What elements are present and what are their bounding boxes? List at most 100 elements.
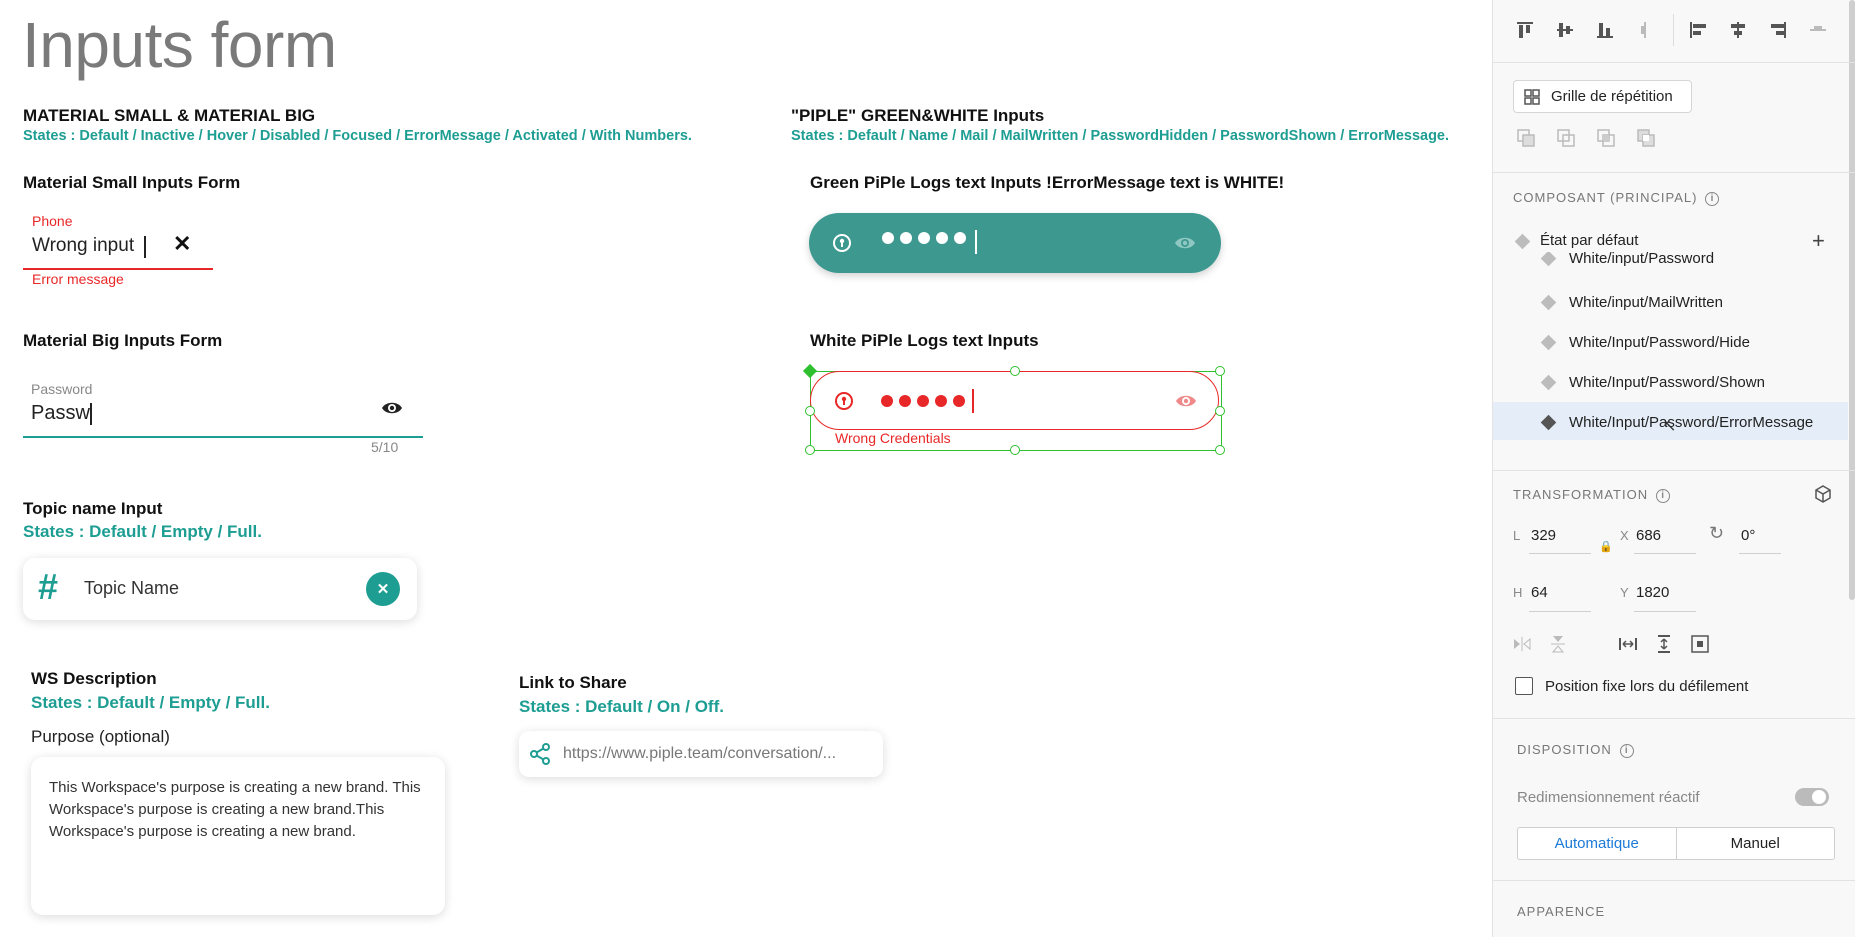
rotate-icon: ↻	[1709, 523, 1725, 543]
distribute-horizontal-icon[interactable]	[1807, 19, 1829, 41]
white-title: White PiPle Logs text Inputs	[810, 331, 1039, 350]
selection-handle[interactable]	[805, 406, 815, 416]
align-middle-icon[interactable]	[1554, 19, 1576, 41]
green-password-input[interactable]	[809, 213, 1221, 273]
selection-handle-origin[interactable]	[802, 363, 818, 379]
align-right-icon[interactable]	[1767, 19, 1789, 41]
field-underline	[1529, 553, 1591, 554]
automatic-option[interactable]: Automatique	[1518, 828, 1677, 859]
info-icon[interactable]: i	[1656, 488, 1671, 503]
width-field[interactable]: 329	[1531, 527, 1556, 544]
flip-horizontal-icon[interactable]	[1511, 633, 1533, 655]
transform-heading: TRANSFORMATION i	[1513, 487, 1671, 503]
clear-circle-icon[interactable]: ✕	[366, 572, 400, 606]
boolean-add-icon[interactable]	[1515, 127, 1537, 149]
material-heading: MATERIAL SMALL & MATERIAL BIG	[23, 106, 316, 125]
selection-handle[interactable]	[805, 445, 815, 455]
state-diamond-icon	[1540, 334, 1557, 350]
ws-title: WS Description	[31, 669, 157, 688]
state-item[interactable]: White/input/Password	[1493, 252, 1848, 278]
panel-scrollbar[interactable]	[1849, 0, 1855, 600]
field-underline	[1634, 553, 1696, 554]
white-password-input[interactable]	[810, 371, 1219, 430]
state-diamond-icon	[1540, 294, 1557, 310]
3d-transform-icon[interactable]	[1812, 483, 1834, 505]
disposition-heading-text: DISPOSITION	[1517, 742, 1612, 757]
repeat-grid-label: Grille de répétition	[1551, 88, 1673, 105]
topic-name-input[interactable]: # Topic Name ✕	[23, 558, 417, 620]
ws-label: Purpose (optional)	[31, 727, 170, 746]
info-icon[interactable]: i	[1705, 191, 1720, 206]
link-share-input[interactable]: https://www.piple.team/conversation/...	[519, 731, 883, 777]
hash-icon: #	[38, 566, 59, 607]
clear-x-icon[interactable]: ✕	[173, 231, 191, 257]
link-title: Link to Share	[519, 673, 627, 692]
selection-handle[interactable]	[1215, 406, 1225, 416]
white-error-text: Wrong Credentials	[835, 430, 951, 446]
y-label: Y	[1620, 585, 1629, 600]
state-item[interactable]: White/Input/Password/Hide	[1493, 322, 1848, 362]
topic-value: Topic Name	[84, 578, 180, 598]
rotation-field[interactable]: 0°	[1741, 527, 1755, 544]
x-field[interactable]: 686	[1636, 527, 1661, 544]
selection-handle[interactable]	[1010, 445, 1020, 455]
phone-label: Phone	[32, 213, 73, 229]
piple-heading: "PIPLE" GREEN&WHITE Inputs	[791, 106, 1045, 125]
responsive-resize-toggle[interactable]	[1795, 788, 1829, 806]
transform-heading-text: TRANSFORMATION	[1513, 487, 1649, 502]
material-big-input[interactable]: Password Passw	[23, 378, 423, 438]
link-states: States : Default / On / Off.	[519, 697, 724, 716]
align-center-icon[interactable]	[1727, 19, 1749, 41]
ws-states: States : Default / Empty / Full.	[31, 693, 270, 712]
panel-divider	[1493, 172, 1855, 173]
fit-content-icon[interactable]	[1689, 633, 1711, 655]
ws-description-textarea[interactable]: This Workspace's purpose is creating a n…	[31, 757, 445, 915]
state-diamond-icon	[1514, 233, 1531, 250]
align-top-icon[interactable]	[1514, 19, 1536, 41]
share-icon[interactable]	[529, 743, 551, 770]
panel-divider	[1493, 470, 1855, 471]
distribute-vertical-icon[interactable]	[1634, 19, 1656, 41]
info-icon[interactable]: i	[1619, 743, 1634, 758]
topic-states: States : Default / Empty / Full.	[23, 522, 262, 541]
y-field[interactable]: 1820	[1636, 584, 1669, 601]
boolean-exclude-icon[interactable]	[1635, 127, 1657, 149]
fixed-position-checkbox[interactable]	[1515, 677, 1533, 695]
flip-vertical-icon[interactable]	[1547, 633, 1569, 655]
text-cursor	[90, 403, 92, 425]
appearance-heading: APPARENCE	[1517, 904, 1606, 919]
eye-icon[interactable]	[1174, 235, 1196, 256]
panel-divider	[1493, 62, 1855, 63]
selection-box[interactable]: Wrong Credentials	[802, 363, 1225, 455]
x-label: X	[1620, 528, 1629, 543]
selection-handle[interactable]	[1010, 366, 1020, 376]
selection-handle[interactable]	[1215, 445, 1225, 455]
lock-icon	[834, 391, 854, 416]
align-bottom-icon[interactable]	[1594, 19, 1616, 41]
height-field[interactable]: 64	[1531, 584, 1548, 601]
default-state-label[interactable]: État par défaut	[1540, 232, 1638, 249]
state-label: White/Input/Password/Shown	[1569, 373, 1765, 391]
material-big-title: Material Big Inputs Form	[23, 331, 223, 350]
component-heading: COMPOSANT (PRINCIPAL) i	[1513, 190, 1720, 206]
phone-value: Wrong input	[32, 235, 135, 256]
eye-icon[interactable]	[1175, 393, 1197, 414]
toolbar-divider	[1673, 14, 1674, 46]
selection-handle[interactable]	[1215, 366, 1225, 376]
state-item[interactable]: White/Input/Password/Shown	[1493, 362, 1848, 402]
manual-option[interactable]: Manuel	[1677, 828, 1835, 859]
component-heading-text: COMPOSANT (PRINCIPAL)	[1513, 190, 1698, 205]
material-small-input[interactable]: Phone Wrong input ✕	[23, 203, 213, 271]
state-item[interactable]: White/input/MailWritten	[1493, 282, 1848, 322]
lock-ratio-icon[interactable]: 🔒	[1599, 540, 1613, 553]
eye-icon[interactable]	[381, 400, 403, 421]
boolean-intersect-icon[interactable]	[1595, 127, 1617, 149]
fit-width-icon[interactable]	[1617, 633, 1639, 655]
repeat-grid-button[interactable]: Grille de répétition	[1513, 80, 1692, 113]
add-state-icon[interactable]: +	[1812, 228, 1825, 254]
fit-height-icon[interactable]	[1653, 633, 1675, 655]
boolean-subtract-icon[interactable]	[1555, 127, 1577, 149]
height-label: H	[1513, 585, 1523, 600]
align-left-icon[interactable]	[1687, 19, 1709, 41]
material-small-title: Material Small Inputs Form	[23, 173, 241, 192]
